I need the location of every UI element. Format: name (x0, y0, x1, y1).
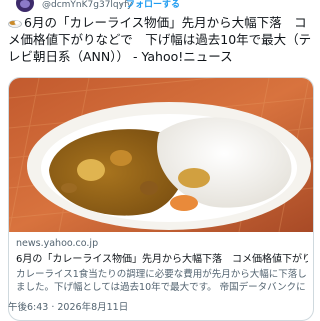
tweet-text: 6月の「カレーライス物価」先月から大幅下落 コメ価格値下がりなどで 下げ幅は過去… (8, 14, 314, 65)
link-card[interactable]: news.yahoo.co.jp 6月の「カレーライス物価」先月から大幅下落 コ… (8, 77, 314, 321)
curry-rice-photo[interactable] (9, 78, 313, 232)
card-domain: news.yahoo.co.jp (16, 238, 99, 249)
tweet-header: @dcmYnK7g37lqyfy · フォローする (0, 0, 320, 14)
user-handle[interactable]: @dcmYnK7g37lqyfy (42, 0, 132, 11)
separator-dot: · (120, 0, 123, 10)
avatar[interactable] (16, 0, 34, 12)
card-description: カレーライス1食当たりの調理に必要な費用が先月から大幅に下落しました。下げ幅とし… (16, 269, 307, 293)
tweet-body: 6月の「カレーライス物価」先月から大幅下落 コメ価格値下がりなどで 下げ幅は過去… (8, 15, 312, 64)
card-title[interactable]: 6月の「カレーライス物価」先月から大幅下落 コメ価格値下がりなど… (16, 253, 308, 266)
curry-rice-icon (8, 20, 22, 28)
tweet-timestamp[interactable]: 午後6:43 · 2026年8月11日 (8, 302, 128, 314)
follow-button[interactable]: フォローする (126, 0, 180, 11)
